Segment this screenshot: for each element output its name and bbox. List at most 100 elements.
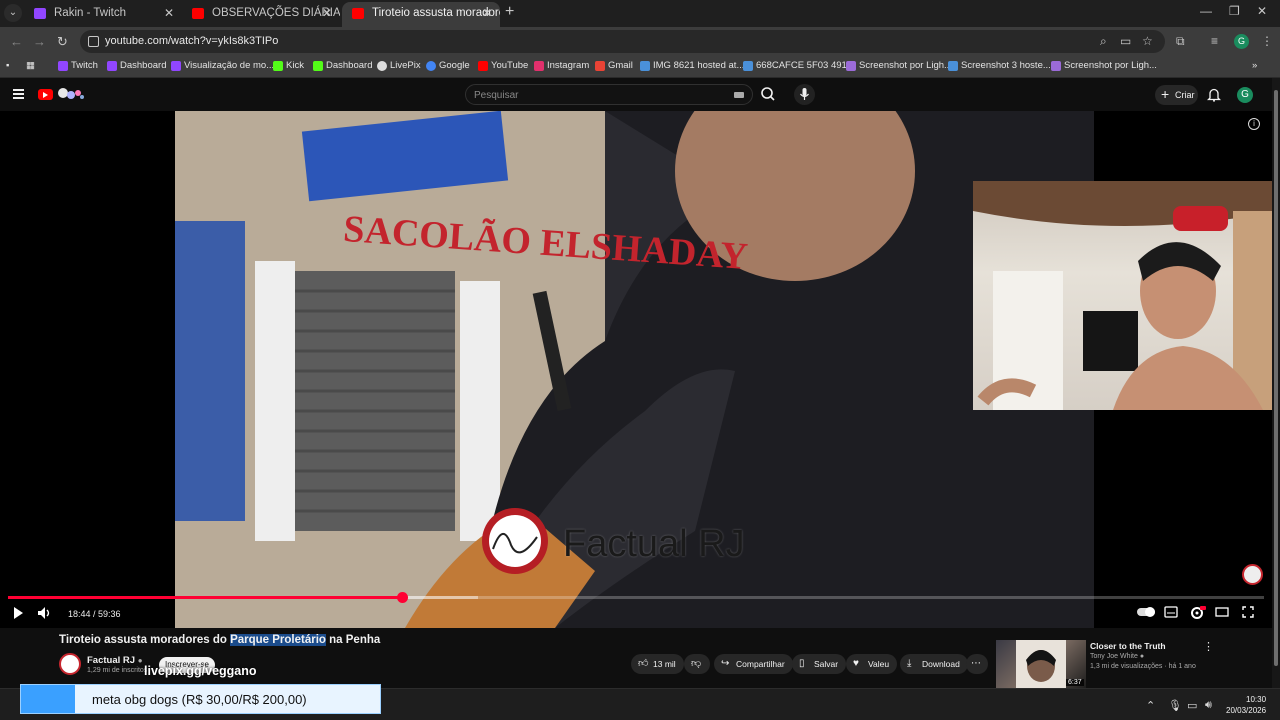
extensions-icon[interactable]: ⧉ <box>1176 34 1185 49</box>
close-window-icon[interactable]: ✕ <box>1257 4 1267 18</box>
bookmark-label: Google <box>439 60 470 71</box>
dislike-button[interactable]: 👎︎ <box>684 654 710 674</box>
bookmark-label: 668CAFCE 5F03 491... <box>756 60 855 71</box>
keyboard-icon[interactable] <box>734 92 744 98</box>
browser-tab-observacoes[interactable]: OBSERVAÇÕES DIÁRIAS (EP. 24 ✕ <box>182 2 340 27</box>
back-icon[interactable]: ← <box>10 34 23 49</box>
instagram-icon <box>534 61 544 71</box>
bookmark-gmail[interactable]: Gmail <box>595 60 633 71</box>
close-tab-icon[interactable]: ✕ <box>482 2 492 25</box>
fullscreen-icon[interactable] <box>1242 606 1254 618</box>
account-avatar[interactable]: G <box>1237 87 1253 103</box>
channel-watermark-icon[interactable] <box>1242 564 1263 585</box>
system-clock[interactable]: 10:30 20/03/2026 <box>1226 694 1266 716</box>
verified-icon: ● <box>1139 653 1145 660</box>
subtitles-icon[interactable] <box>1164 606 1178 618</box>
save-label: Salvar <box>814 659 839 669</box>
bookmark-screenshot-2[interactable]: Screenshot por Ligh... <box>1051 60 1157 71</box>
share-button[interactable]: ↪ Compartilhar <box>714 654 793 674</box>
zoom-icon[interactable]: ⌕ <box>1100 34 1107 49</box>
bookmark-icon: ▯ <box>799 658 805 669</box>
livepix-icon <box>377 61 387 71</box>
recommended-video-title[interactable]: Closer to the Truth <box>1090 641 1166 651</box>
page-scrollbar[interactable] <box>1272 78 1280 688</box>
bookmark-google[interactable]: Google <box>426 60 470 71</box>
menu-icon[interactable] <box>13 89 24 99</box>
bookmark-twitch[interactable]: Twitch <box>58 60 98 71</box>
bookmark-kick-dashboard[interactable]: Dashboard <box>313 60 372 71</box>
channel-name[interactable]: Factual RJ ● <box>87 655 143 666</box>
seek-bar[interactable] <box>8 592 1264 603</box>
tab-search-chevron-icon[interactable]: ⌄ <box>4 4 22 22</box>
browser-tab-tiroteio[interactable]: Tiroteio assusta moradores do ✕ <box>342 2 500 27</box>
bookmarks-overflow-icon[interactable]: » <box>1252 60 1257 71</box>
recommended-video-channel[interactable]: Tony Joe White ● <box>1090 653 1144 660</box>
image-host-icon <box>640 61 650 71</box>
minimize-icon[interactable]: — <box>1200 4 1212 18</box>
grid-icon[interactable]: ▦ <box>26 60 35 71</box>
video-player[interactable]: SACOLÃO ELSHADAY Factual RJ i 18:44 / 59… <box>0 111 1280 628</box>
autoplay-toggle-icon[interactable] <box>1137 606 1155 618</box>
video-frame[interactable]: SACOLÃO ELSHADAY Factual RJ <box>175 111 1094 628</box>
new-tab-icon[interactable]: + <box>505 3 514 21</box>
browser-menu-icon[interactable]: ⋮ <box>1261 34 1273 48</box>
channel-avatar[interactable] <box>59 653 81 675</box>
info-icon[interactable]: i <box>1248 118 1260 130</box>
save-button[interactable]: ▯ Salvar <box>792 654 847 674</box>
settings-gear-icon[interactable] <box>1190 606 1206 620</box>
display-icon[interactable]: ▭ <box>1187 699 1197 712</box>
restore-icon[interactable]: ❐ <box>1229 4 1240 18</box>
forward-icon[interactable]: → <box>33 34 46 49</box>
bookmark-kick[interactable]: Kick <box>273 60 304 71</box>
recommended-more-icon[interactable]: ⋮ <box>1203 640 1214 653</box>
download-button[interactable]: ⤓ Download <box>900 654 968 674</box>
close-tab-icon[interactable]: ✕ <box>322 2 332 25</box>
kick-icon <box>273 61 283 71</box>
bookmark-livepix[interactable]: LivePix <box>377 60 421 71</box>
tray-overflow-icon[interactable]: ⌃ <box>1146 699 1155 712</box>
search-box[interactable] <box>465 84 753 105</box>
bookmark-star-icon[interactable]: ☆ <box>1142 34 1153 48</box>
site-info-icon[interactable] <box>88 36 99 47</box>
volume-icon[interactable] <box>37 606 53 620</box>
search-button-icon[interactable] <box>756 84 780 105</box>
video-watermark: Factual RJ <box>563 523 745 565</box>
apps-icon[interactable]: ▪ <box>6 60 9 71</box>
thumbs-down-icon: 👎︎ <box>691 658 702 669</box>
cast-icon[interactable]: ▭ <box>1120 34 1131 48</box>
bookmark-youtube[interactable]: YouTube <box>478 60 528 71</box>
speaker-icon[interactable]: 🔊︎ <box>1205 699 1212 712</box>
scrollbar-thumb[interactable] <box>1274 90 1278 666</box>
url-text[interactable]: youtube.com/watch?v=ykIs8k3TIPo <box>105 35 278 47</box>
bookmark-img-8621[interactable]: IMG 8621 hosted at... <box>640 60 744 71</box>
browser-tab-twitch[interactable]: Rakin - Twitch ✕ <box>24 2 182 27</box>
more-actions-button[interactable]: ⋯ <box>966 654 988 674</box>
microphone-icon[interactable]: 🎙︎ <box>1168 699 1182 712</box>
reading-list-icon[interactable]: ≡ <box>1211 34 1218 48</box>
bookmark-visualizacao[interactable]: Visualização de mo... <box>171 60 274 71</box>
voice-search-icon[interactable] <box>794 84 815 105</box>
seek-buffered <box>402 596 478 599</box>
notifications-bell-icon[interactable] <box>1207 87 1221 102</box>
thanks-button[interactable]: ♥ Valeu <box>846 654 898 674</box>
bookmark-instagram[interactable]: Instagram <box>534 60 589 71</box>
close-tab-icon[interactable]: ✕ <box>164 2 174 25</box>
youtube-logo-icon[interactable] <box>38 89 53 100</box>
bookmark-dashboard[interactable]: Dashboard <box>107 60 166 71</box>
search-input[interactable] <box>474 88 724 102</box>
profile-avatar-icon[interactable]: G <box>1234 34 1249 49</box>
bookmark-screenshot-1[interactable]: Screenshot por Ligh... <box>846 60 952 71</box>
youtube-favicon-icon <box>192 8 204 19</box>
bookmark-label: YouTube <box>491 60 529 71</box>
bookmark-screenshot-3[interactable]: Screenshot 3 hoste... <box>948 60 1051 71</box>
reload-icon[interactable]: ↻ <box>57 34 68 50</box>
bookmarks-bar: ▪ ▦ Twitch Dashboard Visualização de mo.… <box>0 56 1280 78</box>
address-bar[interactable]: youtube.com/watch?v=ykIs8k3TIPo ⌕ ▭ ☆ <box>80 30 1165 53</box>
bookmark-668cafce[interactable]: 668CAFCE 5F03 491... <box>743 60 855 71</box>
theater-mode-icon[interactable] <box>1215 606 1229 618</box>
create-button[interactable]: + Criar <box>1155 85 1198 105</box>
like-button[interactable]: 👍︎ 13 mil <box>631 654 684 674</box>
share-label: Compartilhar <box>736 659 785 669</box>
play-icon[interactable] <box>11 606 25 620</box>
youtube-doodle-icon[interactable] <box>57 87 85 101</box>
